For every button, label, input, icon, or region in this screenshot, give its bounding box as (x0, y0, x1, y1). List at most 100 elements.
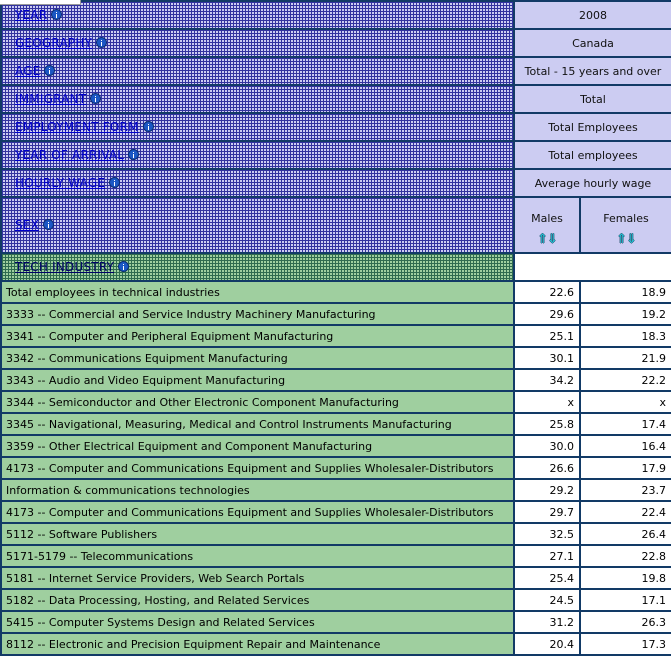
dimension-link-tech-industry[interactable]: TECH INDUSTRY (15, 261, 114, 273)
dimension-link-hourly-wage[interactable]: HOURLY WAGE (15, 177, 105, 189)
info-icon-immigrant[interactable] (90, 93, 102, 104)
dimension-cell-tech-industry: TECH INDUSTRY (0, 252, 515, 282)
table-row: 5171-5179 -- Telecommunications 27.1 22.8 (0, 544, 671, 568)
cell-females: 17.9 (579, 456, 671, 480)
info-icon-year-of-arrival[interactable] (128, 149, 140, 160)
dimension-inner: HOURLY WAGE (15, 177, 121, 189)
row-label: 3342 -- Communications Equipment Manufac… (0, 346, 515, 370)
dimension-inner: AGE (15, 65, 56, 77)
sort-arrows-icon-males[interactable]: ⇑⇓ (515, 233, 579, 246)
info-icon-year[interactable] (51, 9, 63, 20)
table-row: 3342 -- Communications Equipment Manufac… (0, 346, 671, 370)
cell-males: 34.2 (513, 368, 581, 392)
info-icon-employment-form[interactable] (142, 121, 154, 132)
cell-males: 25.1 (513, 324, 581, 348)
cell-females: 16.4 (579, 434, 671, 458)
dimension-cell-year-of-arrival: YEAR OF ARRIVAL (0, 140, 515, 170)
cell-males: 22.6 (513, 280, 581, 304)
cell-females: x (579, 390, 671, 414)
row-label: 3344 -- Semiconductor and Other Electron… (0, 390, 515, 414)
dimension-value-employment-form[interactable]: Total Employees (513, 112, 671, 142)
column-header-label-females: Females (603, 211, 649, 225)
row-label: Total employees in technical industries (0, 280, 515, 304)
table-row: 5112 -- Software Publishers 32.5 26.4 (0, 522, 671, 546)
dimension-value-hourly-wage[interactable]: Average hourly wage (513, 168, 671, 198)
column-header-males: Males ⇑⇓ (513, 196, 581, 254)
table-row: 5182 -- Data Processing, Hosting, and Re… (0, 588, 671, 612)
sex-header-row: SEX Males ⇑⇓ Females ⇑⇓ (0, 196, 671, 254)
dimension-row: YEAR 2008 (0, 0, 671, 30)
info-icon-hourly-wage[interactable] (109, 177, 121, 188)
row-label: 5181 -- Internet Service Providers, Web … (0, 566, 515, 590)
dimension-cell-age: AGE (0, 56, 515, 86)
dimension-row: AGE Total - 15 years and over (0, 56, 671, 86)
cell-males: 25.4 (513, 566, 581, 590)
table-row: 3344 -- Semiconductor and Other Electron… (0, 390, 671, 414)
cell-females: 26.3 (579, 610, 671, 634)
sort-arrows-icon-females[interactable]: ⇑⇓ (581, 233, 671, 246)
info-icon-sex[interactable] (43, 219, 55, 230)
dimension-inner: TECH INDUSTRY (15, 261, 130, 273)
dimension-link-geography[interactable]: GEOGRAPHY (15, 37, 92, 49)
cell-females: 17.3 (579, 632, 671, 656)
dimension-row: GEOGRAPHY Canada (0, 28, 671, 58)
dimension-inner: YEAR (15, 9, 63, 21)
table-row: 5181 -- Internet Service Providers, Web … (0, 566, 671, 590)
cell-females: 26.4 (579, 522, 671, 546)
row-label: 4173 -- Computer and Communications Equi… (0, 500, 515, 524)
row-label: 3345 -- Navigational, Measuring, Medical… (0, 412, 515, 436)
table-row: Total employees in technical industries 2… (0, 280, 671, 304)
dimension-cell-employment-form: EMPLOYMENT FORM (0, 112, 515, 142)
cell-males: 30.0 (513, 434, 581, 458)
dimension-cell-hourly-wage: HOURLY WAGE (0, 168, 515, 198)
row-label: 3341 -- Computer and Peripheral Equipmen… (0, 324, 515, 348)
dimension-inner: YEAR OF ARRIVAL (15, 149, 140, 161)
table-row: 4173 -- Computer and Communications Equi… (0, 456, 671, 480)
dimension-link-age[interactable]: AGE (15, 65, 40, 77)
column-header-label-males: Males (531, 211, 563, 225)
cell-males: 29.2 (513, 478, 581, 502)
dimension-inner: IMMIGRANT (15, 93, 102, 105)
cell-males: 30.1 (513, 346, 581, 370)
cell-females: 18.3 (579, 324, 671, 348)
cell-males: 29.6 (513, 302, 581, 326)
row-label: 3359 -- Other Electrical Equipment and C… (0, 434, 515, 458)
dimension-value-year[interactable]: 2008 (513, 0, 671, 30)
dimension-cell-immigrant: IMMIGRANT (0, 84, 515, 114)
dimension-cell-sex: SEX (0, 196, 515, 254)
cell-males: x (513, 390, 581, 414)
cell-females: 21.9 (579, 346, 671, 370)
dimension-link-sex[interactable]: SEX (15, 219, 39, 231)
row-label: 4173 -- Computer and Communications Equi… (0, 456, 515, 480)
dimension-link-immigrant[interactable]: IMMIGRANT (15, 93, 86, 105)
dimension-value-age[interactable]: Total - 15 years and over (513, 56, 671, 86)
cell-females: 19.8 (579, 566, 671, 590)
cell-males: 25.8 (513, 412, 581, 436)
cell-males: 27.1 (513, 544, 581, 568)
row-label: Information & communications technologie… (0, 478, 515, 502)
row-label: 3333 -- Commercial and Service Industry … (0, 302, 515, 326)
dimension-value-geography[interactable]: Canada (513, 28, 671, 58)
dimension-link-year-of-arrival[interactable]: YEAR OF ARRIVAL (15, 149, 124, 161)
cell-females: 18.9 (579, 280, 671, 304)
info-icon-age[interactable] (44, 65, 56, 76)
dimension-value-immigrant[interactable]: Total (513, 84, 671, 114)
dimension-value-year-of-arrival[interactable]: Total employees (513, 140, 671, 170)
column-header-females: Females ⇑⇓ (579, 196, 671, 254)
cell-females: 22.8 (579, 544, 671, 568)
dimension-link-employment-form[interactable]: EMPLOYMENT FORM (15, 121, 139, 133)
dimension-row: IMMIGRANT Total (0, 84, 671, 114)
cell-males: 31.2 (513, 610, 581, 634)
row-label: 5171-5179 -- Telecommunications (0, 544, 515, 568)
cell-males: 32.5 (513, 522, 581, 546)
info-icon-tech-industry[interactable] (118, 261, 130, 272)
dimension-link-year[interactable]: YEAR (15, 9, 47, 21)
table-row: 3345 -- Navigational, Measuring, Medical… (0, 412, 671, 436)
row-dimension-row: TECH INDUSTRY (0, 252, 671, 282)
row-label: 5415 -- Computer Systems Design and Rela… (0, 610, 515, 634)
dimension-row: YEAR OF ARRIVAL Total employees (0, 140, 671, 170)
table-row: 3343 -- Audio and Video Equipment Manufa… (0, 368, 671, 392)
table-row: 8112 -- Electronic and Precision Equipme… (0, 632, 671, 656)
dimension-cell-geography: GEOGRAPHY (0, 28, 515, 58)
info-icon-geography[interactable] (96, 37, 108, 48)
